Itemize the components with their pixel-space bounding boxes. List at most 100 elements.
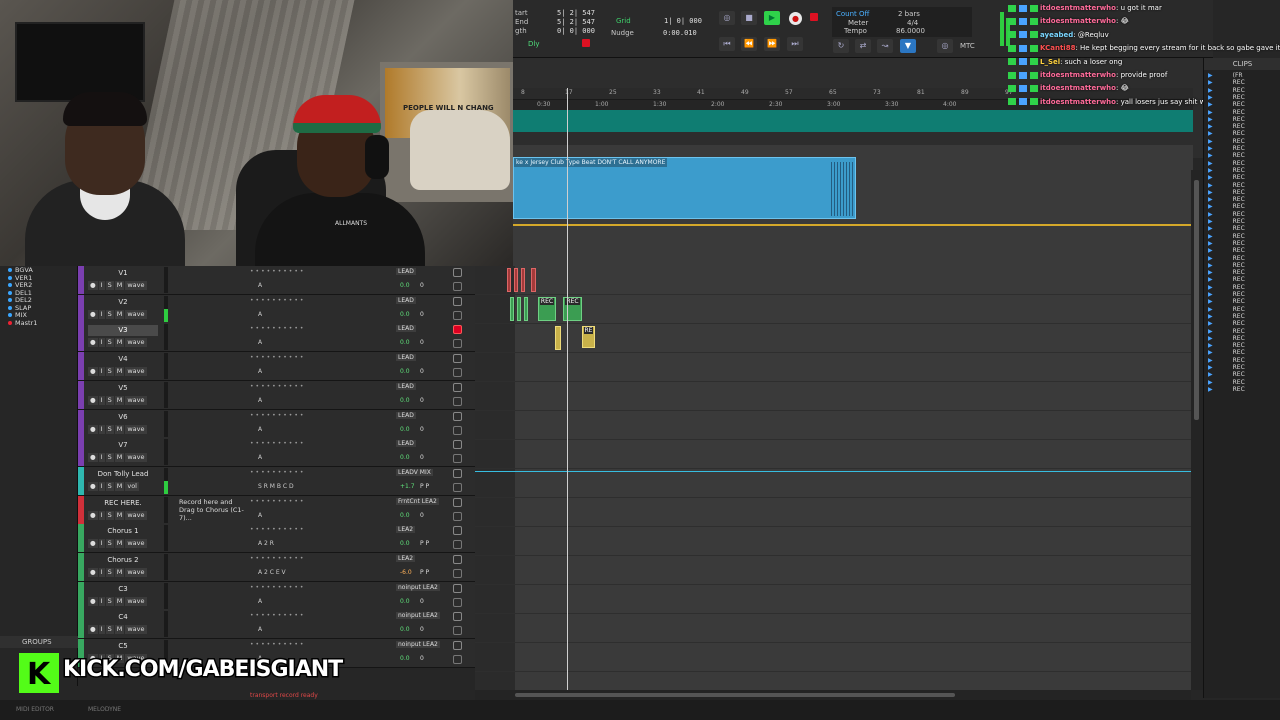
expand-arrow-icon[interactable]: ▶ <box>1208 320 1213 327</box>
input-monitor-button[interactable]: I <box>98 625 105 635</box>
track-io[interactable]: noinput LEA2 <box>396 612 440 620</box>
count-off-bars[interactable]: 2 bars <box>898 10 920 18</box>
expand-arrow-icon[interactable]: ▶ <box>1208 247 1213 254</box>
solo-button[interactable]: S <box>105 481 114 491</box>
track-io[interactable]: LEA2 <box>396 526 416 534</box>
track-io[interactable]: LEAD <box>396 411 416 419</box>
track-record-button[interactable] <box>453 641 462 651</box>
expand-arrow-icon[interactable]: ▶ <box>1208 313 1213 320</box>
track-name[interactable]: Don Tolly Lead <box>88 469 158 480</box>
track-record-button[interactable] <box>453 268 462 277</box>
record-arm-button[interactable]: ● <box>88 424 98 434</box>
io-selector[interactable]: LEAD <box>396 296 416 304</box>
horizontal-scrollbar[interactable] <box>475 690 1191 700</box>
clip-list-item[interactable]: ▶ REC <box>1208 306 1245 313</box>
track-name[interactable]: REC HERE. <box>88 498 158 509</box>
track-view-selector[interactable]: wave <box>125 395 147 405</box>
track-header[interactable]: C3 ● I S Mwave •••••••••• Anoinput LEA2 0.0 0 <box>78 581 475 611</box>
input-monitor-button[interactable]: I <box>98 281 105 290</box>
expand-arrow-icon[interactable]: ▶ <box>1208 328 1213 335</box>
send-slots[interactable]: A <box>258 397 262 404</box>
rec-clip[interactable]: RE <box>582 326 595 348</box>
track-name[interactable]: C3 <box>88 584 158 595</box>
mtc-button[interactable]: MTC <box>960 42 975 50</box>
send-slots[interactable]: A <box>258 282 262 289</box>
expand-arrow-icon[interactable]: ▶ <box>1208 240 1213 247</box>
audio-clip[interactable] <box>555 326 561 350</box>
record-arm-button[interactable]: ● <box>88 367 98 377</box>
audio-clip[interactable] <box>524 297 528 321</box>
pan-value[interactable]: 0 <box>420 426 424 433</box>
insert-slots[interactable]: •••••••••• <box>250 297 305 304</box>
volume-value[interactable]: 0.0 <box>400 426 410 433</box>
clip-list-item[interactable]: ▶ REC <box>1208 167 1245 174</box>
insert-slots[interactable]: •••••••••• <box>250 584 305 591</box>
send-slots[interactable]: A <box>258 598 262 605</box>
track-header[interactable]: Chorus 2 ● I S Mwave •••••••••• A 2 C E V LEA2 -… <box>78 553 475 582</box>
io-selector[interactable]: LEAD <box>396 382 416 390</box>
track-io[interactable]: LEAD <box>396 440 416 448</box>
track-name[interactable]: Chorus 2 <box>88 555 158 566</box>
input-monitor-button[interactable]: I <box>98 338 105 348</box>
clip-list-item[interactable]: ▶ REC <box>1208 364 1245 371</box>
volume-value[interactable]: 0.0 <box>400 282 410 289</box>
solo-button[interactable]: S <box>105 625 114 635</box>
volume-value[interactable]: 0.0 <box>400 655 410 662</box>
track-record-button[interactable] <box>453 296 462 306</box>
click-button[interactable]: ↝ <box>877 39 893 53</box>
expand-arrow-icon[interactable]: ▶ <box>1208 342 1213 349</box>
mute-button[interactable]: M <box>114 453 125 463</box>
clip-list-item[interactable]: ▶ REC <box>1208 182 1245 189</box>
io-selector[interactable]: FrntCnt LEA2 <box>396 497 439 505</box>
solo-button[interactable]: S <box>105 424 114 434</box>
expand-arrow-icon[interactable]: ▶ <box>1208 335 1213 342</box>
track-record-button[interactable] <box>453 612 462 622</box>
meter-value[interactable]: 4/4 <box>907 19 918 27</box>
clip-list-item[interactable]: ▶ REC <box>1208 386 1245 393</box>
expand-arrow-icon[interactable]: ▶ <box>1208 269 1213 276</box>
insert-slots[interactable]: •••••••••• <box>250 354 305 361</box>
expand-arrow-icon[interactable]: ▶ <box>1208 364 1213 371</box>
track-name[interactable]: V1 <box>88 268 158 279</box>
clip-list-item[interactable]: ▶ REC <box>1208 218 1245 225</box>
clip-list-item[interactable]: ▶ REC <box>1208 269 1245 276</box>
track-io[interactable]: LEAD <box>396 325 416 333</box>
input-monitor-button[interactable]: I <box>98 568 105 577</box>
track-playlist-button[interactable] <box>453 569 462 578</box>
expand-arrow-icon[interactable]: ▶ <box>1208 116 1213 123</box>
record-button[interactable]: ● <box>789 12 802 25</box>
clip-list-item[interactable]: ▶ REC <box>1208 87 1245 94</box>
pan-value[interactable]: P P <box>420 483 429 490</box>
audio-clip[interactable] <box>507 268 511 292</box>
clip-list-item[interactable]: ▶ REC <box>1208 371 1245 378</box>
io-selector[interactable]: noinput LEA2 <box>396 641 440 649</box>
expand-arrow-icon[interactable]: ▶ <box>1208 298 1213 305</box>
mute-button[interactable]: M <box>114 367 125 377</box>
record-arm-button[interactable]: ● <box>88 568 98 577</box>
track-record-button[interactable] <box>453 497 462 507</box>
track-header[interactable]: Don Tolly Lead ● I S Mvol •••••••••• S R M B C… <box>78 466 475 496</box>
mute-button[interactable]: M <box>114 625 125 635</box>
play-button[interactable]: ▶ <box>764 11 780 25</box>
count-off-toggle[interactable]: Count Off <box>836 10 869 18</box>
volume-value[interactable]: +1.7 <box>400 483 415 490</box>
expand-arrow-icon[interactable]: ▶ <box>1208 123 1213 130</box>
expand-arrow-icon[interactable]: ▶ <box>1208 94 1213 101</box>
online-button[interactable]: ◎ <box>719 11 735 25</box>
nudge-value[interactable]: 0:00.010 <box>663 29 697 37</box>
clip-list-item[interactable]: ▶ REC <box>1208 328 1245 335</box>
track-header[interactable]: V7 ● I S Mwave •••••••••• A LEAD 0.0 0 <box>78 438 475 468</box>
send-slots[interactable]: A <box>258 454 262 461</box>
io-selector[interactable]: LEAD <box>396 440 416 448</box>
mute-button[interactable]: M <box>114 424 125 434</box>
track-playlist-button[interactable] <box>453 339 462 349</box>
track-record-button[interactable] <box>453 440 462 450</box>
track-name[interactable]: C5 <box>88 641 158 652</box>
track-view-selector[interactable]: wave <box>125 596 147 606</box>
pan-value[interactable]: 0 <box>420 397 424 404</box>
insert-slots[interactable]: •••••••••• <box>250 440 305 447</box>
dly-button[interactable]: Dly <box>528 40 539 48</box>
expand-arrow-icon[interactable]: ▶ <box>1208 306 1213 313</box>
mute-button[interactable]: M <box>114 309 125 319</box>
expand-arrow-icon[interactable]: ▶ <box>1208 386 1213 393</box>
